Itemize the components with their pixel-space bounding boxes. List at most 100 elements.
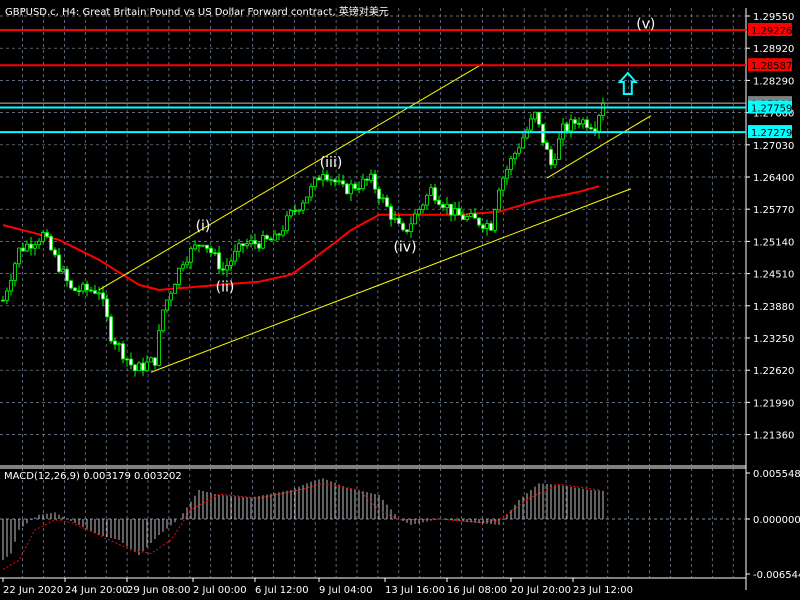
candle-body xyxy=(285,215,289,232)
candle-body xyxy=(405,229,409,233)
candle xyxy=(349,179,353,202)
candle xyxy=(177,267,181,288)
candle-body xyxy=(533,111,537,120)
price-tick-label: 1.28920 xyxy=(753,44,794,55)
candle xyxy=(281,225,285,238)
candle xyxy=(509,156,513,176)
candle-body xyxy=(393,217,397,220)
price-tick-label: 1.24510 xyxy=(753,270,794,281)
candle xyxy=(73,287,77,291)
candle-body xyxy=(301,202,305,211)
candle-body xyxy=(549,149,553,166)
candle xyxy=(197,244,201,253)
candle-body xyxy=(309,186,313,198)
candle-body xyxy=(529,118,533,131)
candle xyxy=(309,183,313,202)
candle xyxy=(421,203,425,214)
candle xyxy=(341,174,345,188)
candle-body xyxy=(225,265,229,271)
candle xyxy=(21,242,25,253)
candle xyxy=(253,233,257,250)
candle xyxy=(541,123,545,147)
candle-body xyxy=(545,142,549,150)
candle-body xyxy=(373,173,377,190)
candle xyxy=(537,111,541,128)
price-tick-label: 1.22620 xyxy=(753,366,794,377)
candle xyxy=(273,230,277,241)
candle-body xyxy=(117,343,121,346)
candle-body xyxy=(341,180,345,185)
chart-window[interactable]: 1.29550 1.28920 1.28290 1.27660 1.27030 1.264… xyxy=(0,0,800,600)
candle-body xyxy=(457,208,461,216)
candle-body xyxy=(237,243,241,252)
candle-body xyxy=(165,299,169,311)
candle-body xyxy=(497,189,501,211)
candle-body xyxy=(481,224,485,229)
elliott-wave-label: (iii) xyxy=(320,155,343,171)
price-chart[interactable]: 1.295501.289201.282901.276601.270301.264… xyxy=(0,0,800,600)
candle-body xyxy=(361,178,365,189)
candle-body xyxy=(201,244,205,247)
candle-body xyxy=(517,147,521,154)
candle-body xyxy=(505,169,509,179)
candle xyxy=(225,258,229,277)
candle-body xyxy=(141,362,145,371)
candle xyxy=(501,175,505,197)
candle xyxy=(245,238,249,249)
candle xyxy=(513,151,517,165)
candle xyxy=(601,97,605,121)
level-price-label: 1.27279 xyxy=(751,128,792,139)
candle-body xyxy=(461,214,465,220)
candle-body xyxy=(333,179,337,183)
candle xyxy=(121,340,125,364)
candle xyxy=(277,232,281,241)
candle xyxy=(589,123,593,131)
candle xyxy=(57,247,61,274)
candle-body xyxy=(553,158,557,166)
candle-body xyxy=(337,180,341,183)
candle-body xyxy=(29,243,33,249)
candle-body xyxy=(541,123,545,144)
level-price-label: 1.27759 xyxy=(751,104,792,115)
candle-body xyxy=(577,123,581,125)
time-label: 9 Jul 04:00 xyxy=(319,585,373,596)
candle xyxy=(353,181,357,191)
candle-body xyxy=(329,179,333,182)
candle xyxy=(429,183,433,197)
macd-tick-label: 0.000000 xyxy=(753,515,800,526)
candle xyxy=(357,181,361,194)
candle-body xyxy=(585,119,589,128)
candle xyxy=(569,114,573,138)
candle xyxy=(337,173,341,185)
candle xyxy=(393,211,397,223)
candle-body xyxy=(477,217,481,226)
candle-body xyxy=(57,254,61,273)
candle xyxy=(581,117,585,129)
candle-body xyxy=(129,358,133,366)
time-label: 24 Jun 20:00 xyxy=(65,585,129,596)
candle-body xyxy=(189,248,193,263)
time-label: 22 Jun 2020 xyxy=(3,585,63,596)
candle-body xyxy=(61,268,65,273)
candle-body xyxy=(397,217,401,224)
candle-body xyxy=(121,343,125,360)
candle-body xyxy=(489,223,493,231)
price-tick-label: 1.23880 xyxy=(753,302,794,313)
candle-body xyxy=(385,197,389,207)
candle xyxy=(193,240,197,251)
price-tick-label: 1.21990 xyxy=(753,398,794,409)
candle-body xyxy=(33,244,37,249)
candle xyxy=(233,244,237,266)
candle xyxy=(461,210,465,221)
candle-body xyxy=(245,243,249,247)
candle xyxy=(329,178,333,186)
candle-body xyxy=(253,240,257,245)
candle xyxy=(409,216,413,238)
candle xyxy=(381,193,385,203)
candle xyxy=(373,169,377,194)
candle-body xyxy=(441,204,445,208)
candle xyxy=(181,261,185,272)
candle xyxy=(405,229,409,235)
price-tick-label: 1.21360 xyxy=(753,431,794,442)
elliott-wave-label: (ii) xyxy=(216,279,235,295)
